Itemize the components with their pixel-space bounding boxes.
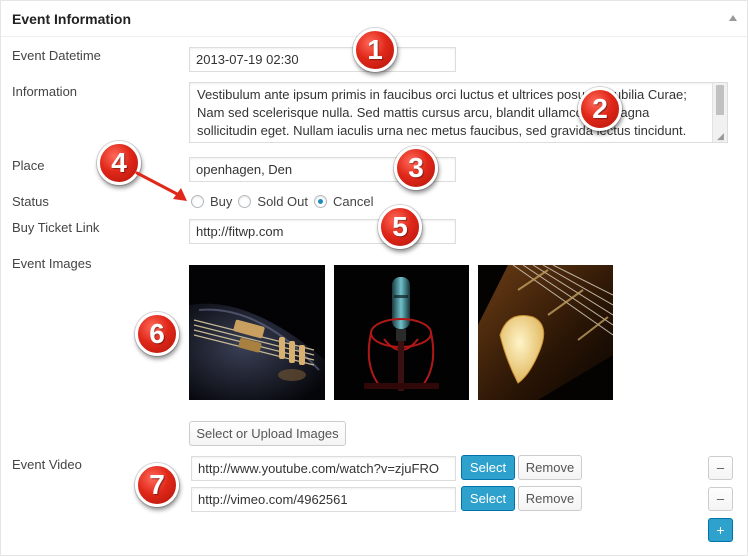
video-select-button-2[interactable]: Select xyxy=(461,486,515,511)
buy-ticket-link-label: Buy Ticket Link xyxy=(12,220,100,235)
event-image-microphone[interactable] xyxy=(334,265,469,400)
event-image-guitar-pick[interactable] xyxy=(478,265,613,400)
video-remove-button-2[interactable]: Remove xyxy=(518,486,582,511)
add-video-button[interactable]: + xyxy=(708,518,733,542)
place-label: Place xyxy=(12,158,45,173)
video-url-input-2[interactable] xyxy=(191,487,456,512)
panel-title: Event Information xyxy=(12,11,132,27)
event-video-label: Event Video xyxy=(12,457,82,472)
event-information-panel: Event Information Event Datetime Informa… xyxy=(0,0,748,556)
microphone-image xyxy=(334,265,469,400)
guitar-body-image xyxy=(189,265,325,400)
select-or-upload-images-button[interactable]: Select or Upload Images xyxy=(189,421,346,446)
information-textarea[interactable]: Vestibulum ante ipsum primis in faucibus… xyxy=(189,82,728,143)
resize-grip-icon[interactable]: ◢ xyxy=(717,132,724,141)
status-option-sold-out-label[interactable]: Sold Out xyxy=(257,194,308,209)
callout-badge-1: 1 xyxy=(353,28,397,72)
video-row-minus-button-2[interactable]: – xyxy=(708,487,733,511)
callout-badge-2: 2 xyxy=(578,87,622,131)
collapse-toggle-icon[interactable] xyxy=(729,15,737,21)
status-radio-sold-out[interactable] xyxy=(238,194,252,208)
guitar-pick-image xyxy=(478,265,613,400)
information-label: Information xyxy=(12,84,78,99)
status-option-buy-label[interactable]: Buy xyxy=(210,194,232,209)
callout-badge-6: 6 xyxy=(135,312,179,356)
video-remove-button-1[interactable]: Remove xyxy=(518,455,582,480)
event-image-guitar-body[interactable] xyxy=(189,265,325,400)
status-label: Status xyxy=(12,194,49,209)
callout-badge-5: 5 xyxy=(378,205,422,249)
event-images-label: Event Images xyxy=(12,256,92,271)
status-radio-group: Buy Sold Out Cancel xyxy=(191,193,379,209)
status-option-cancel-label[interactable]: Cancel xyxy=(333,194,373,209)
video-select-button-1[interactable]: Select xyxy=(461,455,515,480)
callout-badge-3: 3 xyxy=(394,146,438,190)
callout-badge-7: 7 xyxy=(135,463,179,507)
video-row-minus-button-1[interactable]: – xyxy=(708,456,733,480)
video-url-input-1[interactable] xyxy=(191,456,456,481)
event-datetime-input[interactable] xyxy=(189,47,456,72)
event-datetime-label: Event Datetime xyxy=(12,48,101,63)
callout-arrow-icon xyxy=(135,171,187,201)
scroll-thumb[interactable] xyxy=(716,85,724,115)
status-radio-cancel[interactable] xyxy=(314,194,327,208)
